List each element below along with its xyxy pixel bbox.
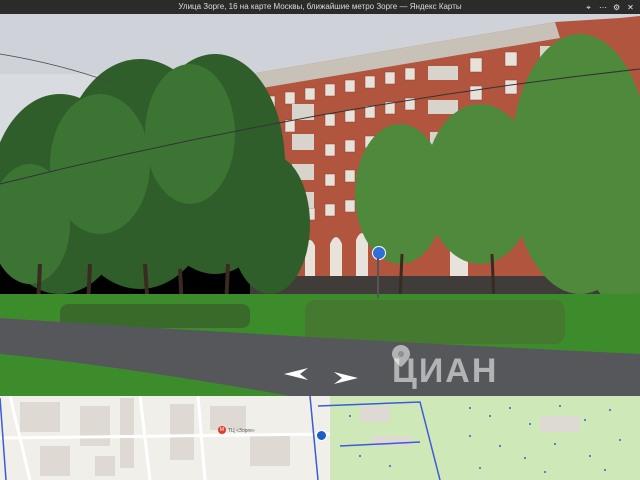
window-titlebar: Улица Зорге, 16 на карте Москвы, ближайш…	[0, 0, 640, 14]
window-title: Улица Зорге, 16 на карте Москвы, ближайш…	[178, 2, 462, 11]
right-arrow-icon[interactable]	[334, 372, 358, 384]
panorama-scene	[0, 14, 640, 396]
current-location-marker	[316, 430, 327, 441]
metro-icon: М	[218, 426, 226, 434]
settings-icon[interactable]: ⚙	[613, 3, 620, 11]
left-arrow-icon[interactable]	[284, 368, 308, 380]
share-icon[interactable]: ⋯	[599, 3, 607, 11]
road-sign	[372, 246, 386, 260]
titlebar-icons: ⌖ ⋯ ⚙ ✕	[585, 0, 634, 14]
close-icon[interactable]: ✕	[627, 3, 634, 11]
map-label-mall: ТЦ «Зорге»	[228, 428, 255, 434]
street-panorama[interactable]	[0, 14, 640, 396]
sign-pole	[377, 258, 379, 298]
location-icon[interactable]: ⌖	[585, 3, 592, 11]
cian-watermark: ЦИАН	[392, 352, 499, 390]
